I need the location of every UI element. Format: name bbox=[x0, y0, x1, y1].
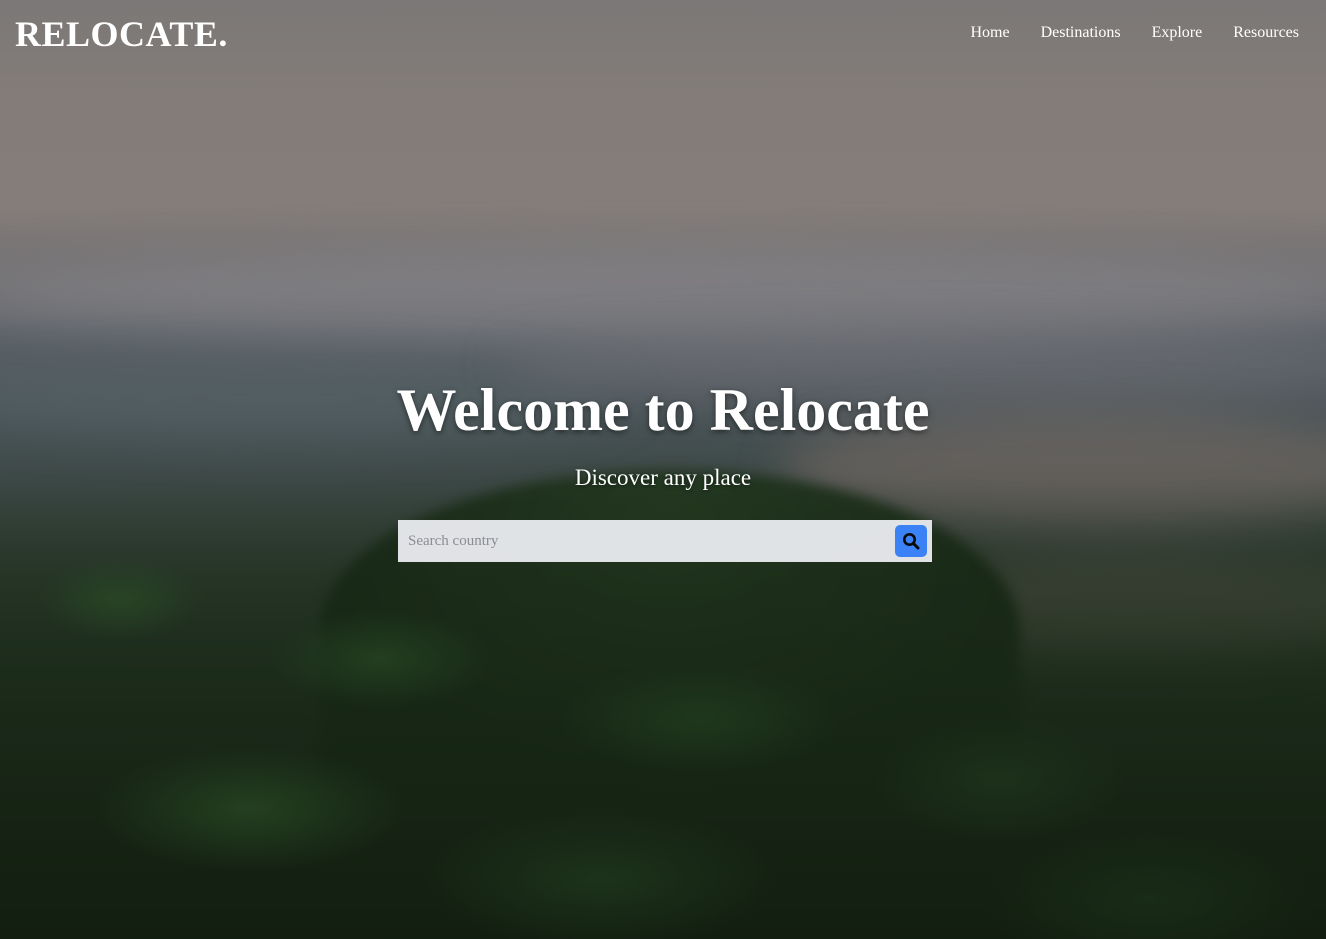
hero-content: Welcome to Relocate Discover any place bbox=[0, 373, 1326, 492]
search-button[interactable] bbox=[895, 525, 927, 557]
nav-links: Home Destinations Explore Resources bbox=[939, 24, 1299, 42]
background-mist bbox=[0, 250, 1326, 340]
brand-logo[interactable]: RELOCATE. bbox=[15, 13, 228, 55]
nav-link-home[interactable]: Home bbox=[970, 24, 1009, 42]
search-icon bbox=[902, 532, 920, 550]
hero-subtitle: Discover any place bbox=[574, 465, 752, 490]
nav-link-explore[interactable]: Explore bbox=[1152, 24, 1203, 42]
search-input[interactable] bbox=[398, 520, 888, 562]
nav-link-destinations[interactable]: Destinations bbox=[1041, 24, 1121, 42]
hero-section: RELOCATE. Home Destinations Explore Reso… bbox=[0, 0, 1326, 939]
nav-link-resources[interactable]: Resources bbox=[1233, 24, 1299, 42]
top-navbar: RELOCATE. Home Destinations Explore Reso… bbox=[0, 0, 1326, 70]
search-bar bbox=[398, 520, 932, 562]
hero-title: Welcome to Relocate bbox=[396, 377, 930, 443]
